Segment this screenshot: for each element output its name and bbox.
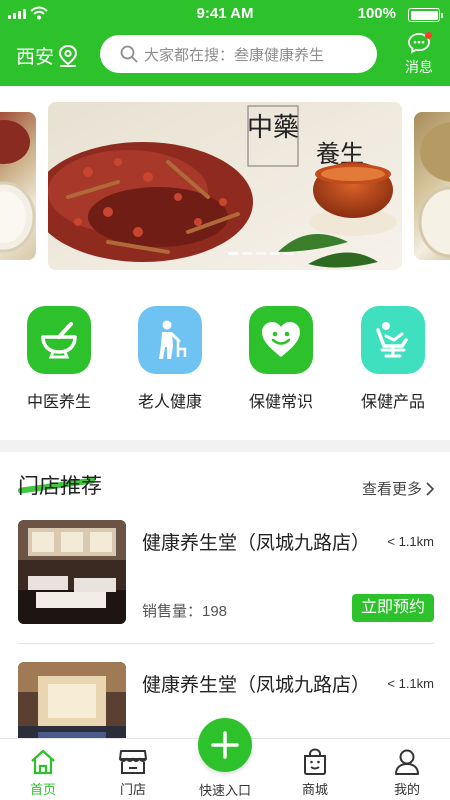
carousel-indicator — [228, 252, 294, 255]
elderly-person-icon — [138, 306, 202, 374]
tab-label: 首页 — [29, 782, 56, 797]
app-screen: 9:41 AM 100% 西安 大家都在搜：叁康健康养生 消息 中藥 養生 中医… — [0, 0, 450, 800]
list-divider — [18, 643, 434, 644]
tab-profile[interactable]: 我的 — [372, 745, 442, 798]
banner-next-slide[interactable] — [414, 112, 450, 260]
home-icon — [31, 749, 55, 775]
chevron-right-icon — [426, 481, 434, 496]
banner-prev-slide[interactable] — [0, 112, 36, 260]
store-distance: < 1.1km — [387, 676, 434, 691]
herbal-medicine-image: 中藥 養生 — [48, 102, 402, 270]
porridge-image — [0, 120, 36, 253]
tab-label: 我的 — [393, 782, 420, 797]
book-now-button[interactable]: 立即预约 — [352, 594, 434, 622]
city-selector[interactable]: 西安 — [16, 42, 78, 69]
search-placeholder: 大家都在搜：叁康健康养生 — [144, 46, 325, 64]
store-card[interactable]: 健康养生堂（凤城九路店） < 1.1km 销售量：198 立即预约 — [0, 520, 450, 660]
banner-slide[interactable]: 中藥 養生 — [48, 102, 402, 270]
category-tcm-health[interactable]: 中医养生 — [4, 306, 114, 412]
category-label: 中医养生 — [26, 394, 91, 411]
store-name: 健康养生堂（凤城九路店） — [142, 533, 371, 554]
tab-stores[interactable]: 门店 — [98, 745, 168, 798]
view-more-label: 查看更多 — [361, 481, 422, 498]
section-divider — [0, 440, 450, 452]
category-elderly-health[interactable]: 老人健康 — [115, 306, 225, 412]
mortar-pestle-icon — [27, 306, 91, 374]
header: 9:41 AM 100% 西安 大家都在搜：叁康健康养生 消息 — [0, 0, 450, 86]
section-title: 门店推荐 — [18, 475, 102, 498]
messages-button[interactable]: 消息 — [396, 32, 442, 77]
status-bar: 9:41 AM 100% — [0, 0, 450, 28]
battery-percent: 100% — [357, 5, 396, 22]
category-label: 保健常识 — [248, 394, 313, 411]
messages-label: 消息 — [405, 59, 433, 75]
category-health-products[interactable]: 保健产品 — [338, 306, 448, 412]
heart-smile-icon — [249, 306, 313, 374]
category-grid: 中医养生 老人健康 保健常识 保健产品 — [0, 306, 450, 416]
banner-text-1: 中藥 — [247, 113, 299, 143]
tab-mall[interactable]: 商城 — [280, 745, 350, 798]
store-icon — [119, 750, 147, 774]
quick-entry-button[interactable] — [198, 718, 252, 772]
category-label: 保健产品 — [360, 394, 425, 411]
quick-entry-label: 快速入口 — [198, 783, 251, 798]
user-icon — [395, 749, 419, 775]
plus-icon — [211, 731, 239, 759]
store-distance: < 1.1km — [387, 534, 434, 549]
banner-carousel[interactable]: 中藥 養生 — [0, 100, 450, 270]
city-name: 西安 — [16, 47, 55, 68]
store-name: 健康养生堂（凤城九路店） — [142, 675, 371, 696]
tab-label: 门店 — [119, 782, 146, 797]
grain-image — [418, 122, 450, 258]
battery-icon — [408, 8, 443, 22]
store-image — [18, 520, 126, 624]
store-sales: 销售量：198 — [142, 603, 228, 620]
search-icon — [120, 45, 138, 63]
search-bar[interactable]: 大家都在搜：叁康健康养生 — [100, 35, 377, 73]
massage-chair-icon — [361, 306, 425, 374]
notification-dot — [425, 32, 432, 39]
tab-label: 商城 — [301, 782, 328, 797]
shopping-bag-icon — [304, 748, 326, 775]
view-more-link[interactable]: 查看更多 — [362, 478, 434, 499]
category-health-knowledge[interactable]: 保健常识 — [226, 306, 336, 412]
category-label: 老人健康 — [137, 394, 202, 411]
location-pin-icon — [59, 44, 78, 67]
tab-home[interactable]: 首页 — [8, 745, 78, 798]
